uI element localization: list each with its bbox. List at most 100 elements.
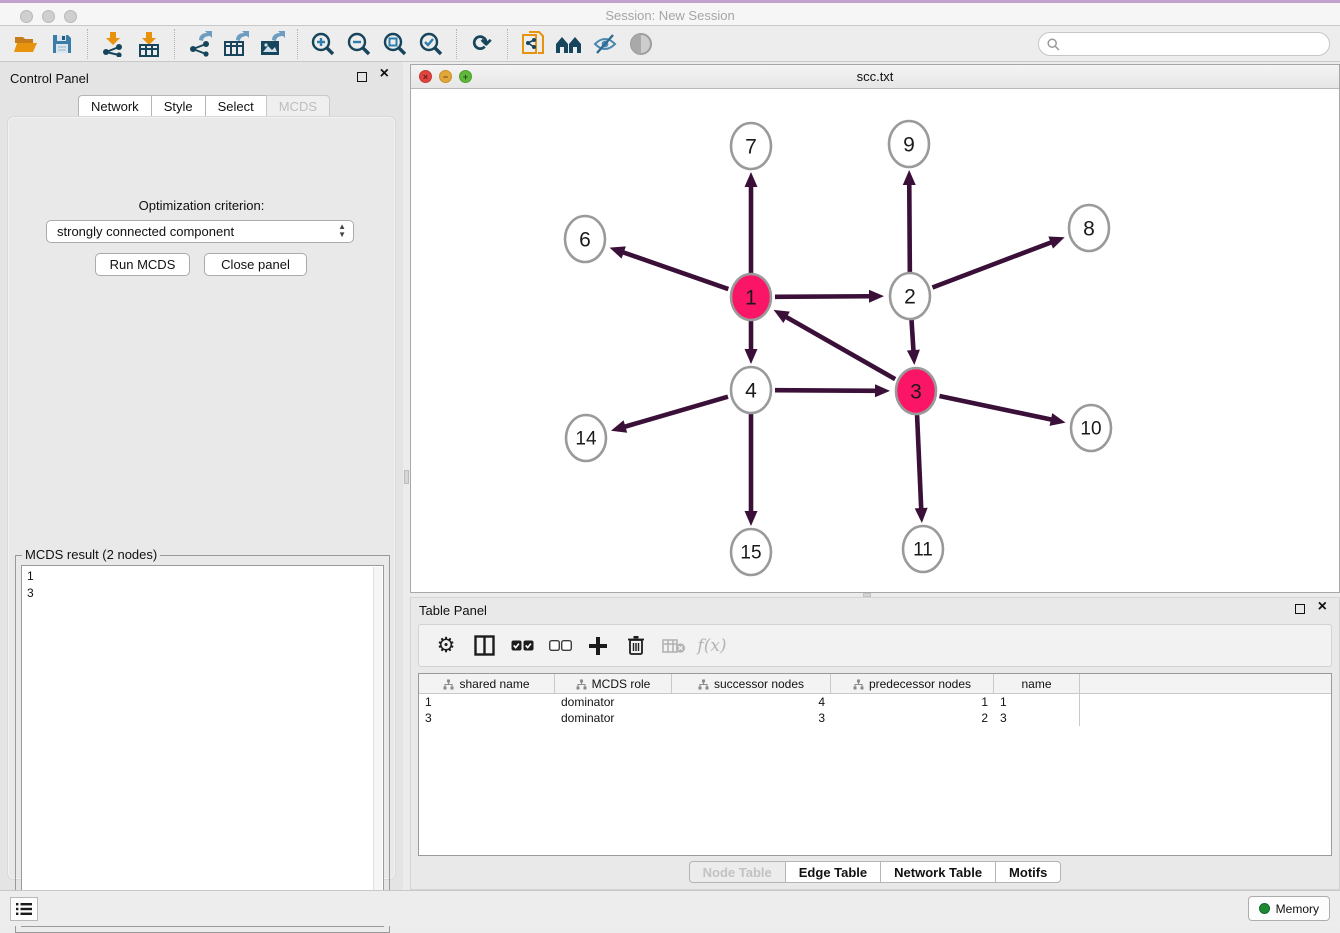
columns-icon [474, 635, 495, 656]
tab-network[interactable]: Network [78, 95, 151, 117]
zoom-fit-button[interactable] [379, 29, 411, 59]
unselect-all-button[interactable] [543, 629, 577, 663]
tab-select[interactable]: Select [205, 95, 266, 117]
criterion-select[interactable]: strongly connected component ▲▼ [46, 220, 354, 243]
tab-edge-table[interactable]: Edge Table [785, 861, 880, 883]
cell-mcds-role[interactable]: dominator [555, 694, 672, 710]
cell-predecessor-nodes[interactable]: 2 [831, 710, 994, 726]
edge-3-10[interactable] [939, 396, 1052, 420]
zoom-out-button[interactable] [343, 29, 375, 59]
float-panel-icon[interactable] [1295, 604, 1305, 614]
hierarchy-icon [576, 679, 587, 690]
close-panel-icon[interactable]: × [380, 66, 389, 82]
select-all-button[interactable] [505, 629, 539, 663]
network-window-title: scc.txt [411, 69, 1339, 84]
task-history-button[interactable] [10, 897, 38, 921]
edge-1-6[interactable] [622, 252, 729, 289]
zoom-in-button[interactable] [307, 29, 339, 59]
select-chevrons-icon: ▲▼ [338, 223, 346, 238]
control-panel-tabs: Network Style Select MCDS [78, 95, 330, 117]
mcds-result-textarea[interactable]: 1 3 [21, 565, 384, 927]
window-title: Session: New Session [0, 8, 1340, 23]
column-mcds-role[interactable]: MCDS role [555, 674, 672, 694]
hierarchy-icon [698, 679, 709, 690]
mcds-panel: Optimization criterion: strongly connect… [8, 117, 395, 879]
column-predecessor-nodes[interactable]: predecessor nodes [831, 674, 994, 694]
edge-1-2[interactable] [775, 296, 871, 297]
table-row[interactable]: 1 dominator 4 1 1 [419, 694, 1331, 710]
cell-predecessor-nodes[interactable]: 1 [831, 694, 994, 710]
node-label-3: 3 [910, 381, 922, 404]
delete-column-button[interactable] [619, 629, 653, 663]
result-scrollbar[interactable] [373, 567, 382, 925]
cell-successor-nodes[interactable]: 4 [672, 694, 831, 710]
control-panel-title: Control Panel [10, 71, 89, 86]
table-toolbar: ⚙ f(x) [418, 624, 1332, 667]
show-all-button[interactable] [625, 29, 657, 59]
tab-node-table[interactable]: Node Table [689, 861, 785, 883]
save-session-button[interactable] [46, 29, 78, 59]
tab-network-table[interactable]: Network Table [880, 861, 995, 883]
edge-2-9[interactable] [909, 183, 910, 272]
cell-shared-name[interactable]: 3 [419, 710, 555, 726]
add-column-button[interactable] [581, 629, 615, 663]
zoom-in-icon [310, 31, 336, 57]
table-panel: Table Panel × ⚙ f(x) [410, 597, 1340, 890]
column-name[interactable]: name [994, 674, 1080, 694]
network-view-window: × − + scc.txt 7968124314101511 [410, 64, 1340, 593]
gear-icon: ⚙ [437, 633, 456, 658]
network-window-titlebar[interactable]: × − + scc.txt [411, 65, 1339, 89]
export-image-button[interactable] [256, 29, 288, 59]
node-table[interactable]: shared name MCDS role successor nodes pr… [418, 673, 1332, 856]
vertical-splitter[interactable] [403, 62, 410, 890]
close-panel-button[interactable]: Close panel [204, 253, 307, 276]
toolbar-separator [456, 29, 457, 59]
cell-mcds-role[interactable]: dominator [555, 710, 672, 726]
run-mcds-button[interactable]: Run MCDS [95, 253, 190, 276]
column-shared-name[interactable]: shared name [419, 674, 555, 694]
open-folder-icon [13, 33, 39, 55]
node-label-15: 15 [740, 543, 761, 564]
edge-3-1[interactable] [785, 316, 895, 379]
edge-2-3[interactable] [912, 320, 914, 352]
edge-2-8[interactable] [932, 242, 1052, 288]
refresh-button[interactable]: ⟳ [466, 29, 498, 59]
open-session-button[interactable] [10, 29, 42, 59]
first-neighbors-button[interactable] [553, 29, 585, 59]
node-label-6: 6 [579, 229, 591, 252]
tab-mcds[interactable]: MCDS [266, 95, 330, 117]
close-panel-icon[interactable]: × [1318, 599, 1327, 615]
cell-shared-name[interactable]: 1 [419, 694, 555, 710]
node-label-9: 9 [903, 134, 915, 157]
edge-3-11[interactable] [917, 415, 921, 510]
memory-button[interactable]: Memory [1248, 896, 1330, 921]
table-row[interactable]: 3 dominator 3 2 3 [419, 710, 1331, 726]
search-box[interactable] [1038, 32, 1330, 56]
cell-name[interactable]: 3 [994, 710, 1080, 726]
export-table-button[interactable] [220, 29, 252, 59]
tab-motifs[interactable]: Motifs [995, 861, 1061, 883]
edge-4-3[interactable] [775, 390, 877, 391]
column-successor-nodes[interactable]: successor nodes [672, 674, 831, 694]
arrowhead-1-6 [610, 246, 626, 258]
tab-style[interactable]: Style [151, 95, 205, 117]
import-table-button[interactable] [133, 29, 165, 59]
table-settings-button[interactable]: ⚙ [429, 629, 463, 663]
arrowhead-3-11 [915, 508, 928, 523]
float-panel-icon[interactable] [357, 72, 367, 82]
hide-selected-button[interactable] [589, 29, 621, 59]
network-canvas[interactable]: 7968124314101511 [411, 89, 1339, 592]
cell-successor-nodes[interactable]: 3 [672, 710, 831, 726]
zoom-selected-button[interactable] [415, 29, 447, 59]
mcds-result-values: 1 3 [22, 566, 383, 604]
edge-4-14[interactable] [623, 397, 728, 427]
cell-name[interactable]: 1 [994, 694, 1080, 710]
search-input[interactable] [1065, 37, 1329, 51]
export-network-button[interactable] [184, 29, 216, 59]
import-network-button[interactable] [97, 29, 129, 59]
new-network-from-selection-button[interactable] [517, 29, 549, 59]
splitter-grip[interactable] [404, 470, 409, 484]
network-file-icon [520, 30, 546, 58]
zoom-selected-icon [418, 31, 444, 57]
column-view-button[interactable] [467, 629, 501, 663]
